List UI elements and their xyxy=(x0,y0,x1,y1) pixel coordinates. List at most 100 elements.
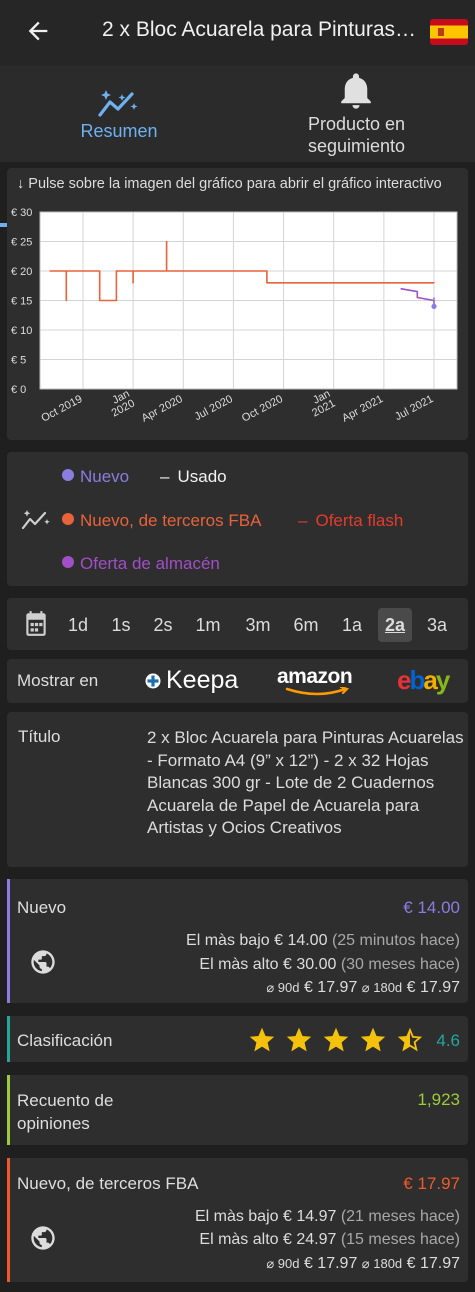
avg180-label: ⌀ 180d xyxy=(361,1256,403,1271)
price-card-nuevo[interactable]: Nuevo € 14.00 El màs bajo € 14.00 (25 mi… xyxy=(7,879,468,1003)
show-on-bar: Mostrar en Keepa amazon ebay xyxy=(7,659,468,703)
low-value: € 14.00 xyxy=(274,932,328,949)
legend-dash: – xyxy=(298,511,308,530)
low-ago: (25 minutos hace) xyxy=(331,932,460,949)
ebay-letter-a: a xyxy=(423,665,438,695)
card-accent-bar xyxy=(7,1158,10,1282)
reviews-card: Recuento de opiniones 1,923 xyxy=(7,1075,468,1145)
rating-label: Clasificación xyxy=(17,1031,113,1050)
y-tick-label: € 0 xyxy=(11,384,26,396)
price-high-row: El màs alto € 30.00 (30 meses hace) xyxy=(199,956,460,974)
price-card-fba[interactable]: Nuevo, de terceros FBA € 17.97 El màs ba… xyxy=(7,1158,468,1282)
legend-label: Nuevo xyxy=(80,467,130,486)
x-tick-label: Oct 2019 xyxy=(39,393,84,425)
tab-producto-label: Producto en seguimiento xyxy=(238,113,475,157)
price-card-current: € 14.00 xyxy=(403,898,460,917)
show-on-label: Mostrar en xyxy=(17,671,99,690)
legend-item-almacen[interactable]: Oferta de almacén xyxy=(62,554,220,574)
avg90-label: ⌀ 90d xyxy=(266,980,300,995)
product-title-value: 2 x Bloc Acuarela para Pinturas Acuarela… xyxy=(147,728,464,837)
reviews-label-line1: Recuento de xyxy=(17,1091,114,1110)
star-icon xyxy=(397,1028,423,1052)
range-2a[interactable]: 2a xyxy=(378,608,412,642)
legend-label: Usado xyxy=(177,467,227,486)
price-low-row: El màs bajo € 14.00 (25 minutos hace) xyxy=(186,932,460,950)
card-accent-bar xyxy=(7,879,10,1003)
y-tick-label: € 10 xyxy=(11,325,32,337)
chart-sparkle-icon xyxy=(21,510,50,530)
globe-icon[interactable] xyxy=(29,1224,57,1252)
range-3m[interactable]: 3m xyxy=(241,608,275,642)
avg180-value: € 17.97 xyxy=(406,1255,460,1272)
range-2s[interactable]: 2s xyxy=(146,608,180,642)
y-tick-label: € 15 xyxy=(11,296,32,308)
product-title-key: Título xyxy=(18,727,61,746)
legend-item-fba[interactable]: Nuevo, de terceros FBA xyxy=(62,511,261,531)
y-tick-label: € 25 xyxy=(11,237,32,249)
legend-label: Oferta flash xyxy=(315,511,404,530)
high-value: € 24.97 xyxy=(282,1231,337,1248)
price-card-name: Nuevo, de terceros FBA xyxy=(17,1174,199,1193)
y-tick-label: € 20 xyxy=(11,266,32,278)
spain-flag-icon[interactable] xyxy=(430,19,468,45)
range-1a[interactable]: 1a xyxy=(335,608,369,642)
chart-hint: ↓ Pulse sobre la imagen del gráfico para… xyxy=(17,176,442,192)
legend-dot xyxy=(62,513,74,525)
card-accent-bar xyxy=(7,1016,10,1062)
high-value: € 30.00 xyxy=(282,956,337,973)
price-high-row: El màs alto € 24.97 (15 meses hace) xyxy=(199,1231,460,1249)
legend-item-nuevo[interactable]: Nuevo xyxy=(62,467,129,487)
ebay-letter-e: e xyxy=(397,665,412,695)
range-1m[interactable]: 1m xyxy=(191,608,225,642)
high-ago: (15 meses hace) xyxy=(340,1231,460,1248)
low-label: El màs bajo xyxy=(194,1208,279,1225)
series-point xyxy=(431,303,437,309)
globe-icon[interactable] xyxy=(29,948,57,976)
legend-item-oferta-flash[interactable]: – Oferta flash xyxy=(298,511,403,531)
keepa-label: Keepa xyxy=(166,666,239,694)
star-icon xyxy=(286,1028,312,1052)
ebay-letter-y: y xyxy=(435,665,451,695)
range-1s[interactable]: 1s xyxy=(104,608,138,642)
legend-label: Oferta de almacén xyxy=(80,554,220,573)
tab-producto-en-seguimiento[interactable]: Producto en seguimiento xyxy=(238,66,475,162)
page-title: 2 x Bloc Acuarela para Pinturas Acuarela… xyxy=(102,18,417,41)
ebay-letter-b: b xyxy=(409,665,425,695)
x-tick-label: Jan2021 xyxy=(305,388,337,420)
tab-producto-label-line1: Producto en xyxy=(307,114,406,134)
range-selector: 1d 1s 2s 1m 3m 6m 1a 2a 3a xyxy=(7,598,468,650)
legend-dot xyxy=(62,556,74,568)
avg90-value: € 17.97 xyxy=(303,979,358,996)
x-tick-label: Jan2020 xyxy=(104,388,136,420)
ebay-link[interactable]: ebay xyxy=(397,665,451,697)
y-tick-label: € 5 xyxy=(11,355,26,367)
reviews-label: Recuento de opiniones xyxy=(17,1090,113,1135)
reviews-label-line2: opiniones xyxy=(17,1113,90,1133)
price-avg-row: ⌀ 90d € 17.97 ⌀ 180d € 17.97 xyxy=(266,1255,460,1273)
low-ago: (21 meses hace) xyxy=(340,1208,460,1225)
price-card-name: Nuevo xyxy=(17,898,67,917)
tab-resumen[interactable]: Resumen xyxy=(0,66,238,162)
range-1d[interactable]: 1d xyxy=(61,608,95,642)
price-chart[interactable]: € 30 € 25 € 20 € 15 € 10 € 5 € 0 Oct 2019 Jan202… xyxy=(7,198,468,440)
star-icon xyxy=(250,1028,275,1052)
low-label: El màs bajo xyxy=(186,932,270,949)
arrow-left-icon[interactable] xyxy=(24,17,52,45)
tab-bar: Resumen Producto en seguimiento xyxy=(0,66,475,227)
range-6m[interactable]: 6m xyxy=(289,608,323,642)
keepa-logo-icon xyxy=(145,673,161,689)
rating-card: Clasificación 4.6 xyxy=(7,1016,468,1062)
calendar-icon[interactable] xyxy=(23,610,49,638)
price-chart-card[interactable]: ↓ Pulse sobre la imagen del gráfico para… xyxy=(7,168,468,440)
tab-resumen-label: Resumen xyxy=(80,121,158,141)
x-tick-label: Apr 2020 xyxy=(140,393,185,425)
amazon-label: amazon xyxy=(277,665,353,688)
legend-item-usado[interactable]: – Usado xyxy=(160,467,227,487)
avg90-value: € 17.97 xyxy=(303,1255,358,1272)
low-value: € 14.97 xyxy=(282,1208,337,1225)
amazon-link[interactable]: amazon xyxy=(277,661,359,701)
high-ago: (30 meses hace) xyxy=(340,956,460,973)
range-3a[interactable]: 3a xyxy=(420,608,454,642)
star-icon xyxy=(360,1028,386,1052)
avg90-label: ⌀ 90d xyxy=(266,1256,300,1271)
